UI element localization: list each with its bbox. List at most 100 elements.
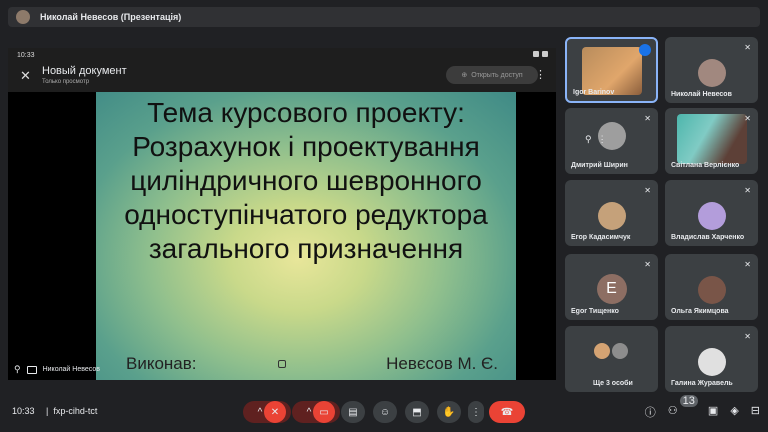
mic-off-icon[interactable]: ✕ xyxy=(264,401,286,423)
bottom-control-bar: 10:33 | fxp-cihd-tct ^ ✕ ^ ▭ ▤ ☺ ⬒ ✋ ⋮ ☎… xyxy=(0,392,768,432)
present-icon: ⬒ xyxy=(412,406,422,418)
mic-off-icon: ✕ xyxy=(744,43,751,52)
clock: 10:33 xyxy=(12,406,35,416)
raise-hand-icon: ✋ xyxy=(442,406,456,418)
participant-tile[interactable]: ✕ Владислав Харченко xyxy=(665,180,758,246)
more-vert-icon[interactable]: ⋮ xyxy=(535,68,546,81)
participant-tile[interactable]: E ✕ Egor Тищенко xyxy=(565,254,658,320)
participant-tile[interactable]: ✕ Галина Журавель xyxy=(665,326,758,392)
emoji-icon: ☺ xyxy=(379,406,391,418)
home-icon xyxy=(278,360,286,368)
participant-name: Владислав Харченко xyxy=(671,234,745,241)
add-person-icon: ⊕ xyxy=(461,72,468,79)
side-panel-buttons: ⓘ ⚇13 ▣ ◈ ⊟ xyxy=(645,395,760,420)
battery-icon xyxy=(542,51,548,57)
chevron-up-icon[interactable]: ^ xyxy=(258,407,263,418)
speaking-indicator-icon xyxy=(639,44,651,56)
slide-author-name: Невєсов М. Є. xyxy=(386,354,498,373)
hangup-icon: ☎ xyxy=(500,406,514,418)
stage-presenter-label: ⚲ Николай Невесов xyxy=(14,364,100,375)
phone-status-bar: 10:33 xyxy=(8,48,556,62)
share-label: Открыть доступ xyxy=(471,71,523,79)
avatar xyxy=(593,342,611,360)
document-subtitle: Только просмотр xyxy=(42,79,90,85)
avatar xyxy=(611,342,629,360)
avatar xyxy=(697,348,726,376)
present-button[interactable]: ⬒ xyxy=(405,401,429,423)
participant-name: Ольга Якимцова xyxy=(671,308,729,315)
slide-line: загального призначення xyxy=(148,233,464,264)
presenter-name: Николай Невесов xyxy=(42,366,100,373)
more-options-button[interactable]: ⋮ xyxy=(468,401,484,423)
top-bar: Николай Невесов (Презентація) xyxy=(0,0,768,34)
hangup-button[interactable]: ☎ xyxy=(489,401,525,423)
presentation-stage[interactable]: 10:33 ✕ Новый документ Только просмотр ⊕… xyxy=(8,48,556,380)
share-button[interactable]: ⊕ Открыть доступ xyxy=(446,66,538,84)
slide-line: одноступінчатого редуктора xyxy=(124,199,488,230)
more-vert-icon: ⋮ xyxy=(471,406,481,418)
status-time: 10:33 xyxy=(17,51,35,59)
more-vert-icon[interactable]: ⋮ xyxy=(598,134,607,145)
avatar xyxy=(697,202,726,230)
participant-tile[interactable]: Igor Barinov xyxy=(565,37,658,103)
mic-off-icon: ✕ xyxy=(744,186,751,195)
slide-line: циліндричного шевронного xyxy=(130,165,482,196)
participant-video xyxy=(676,114,747,164)
people-icon[interactable]: ⚇13 xyxy=(668,395,698,420)
avatar-group xyxy=(593,342,631,362)
signal-icon xyxy=(533,51,539,57)
info-icon[interactable]: ⓘ xyxy=(645,404,656,420)
participant-tile[interactable]: ✕ Егор Кадасимчук xyxy=(565,180,658,246)
slide-author-label: Виконав: xyxy=(126,354,197,373)
participant-tile[interactable]: ✕ Ольга Якимцова xyxy=(665,254,758,320)
participant-tile[interactable]: ✕ Світлана Верлієнко xyxy=(665,108,758,174)
chevron-up-icon[interactable]: ^ xyxy=(307,407,312,418)
captions-button[interactable]: ▤ xyxy=(341,401,365,423)
camera-off-icon[interactable]: ▭ xyxy=(313,401,335,423)
separator: | xyxy=(46,406,49,416)
slide: Тема курсового проекту: Розрахунок і про… xyxy=(96,92,516,380)
participant-name: Галина Журавель xyxy=(671,380,733,387)
mic-off-icon: ✕ xyxy=(744,114,751,123)
avatar: E xyxy=(596,274,627,304)
avatar xyxy=(597,202,626,230)
participant-name: Egor Тищенко xyxy=(571,308,619,315)
participant-tile[interactable]: ✕ Николай Невесов xyxy=(665,37,758,103)
participant-tile[interactable]: ✕ ⚲ ⋮ Дмитрий Ширин xyxy=(565,108,658,174)
chat-icon[interactable]: ▣ xyxy=(708,404,718,420)
present-screen-icon xyxy=(26,365,37,374)
emoji-button[interactable]: ☺ xyxy=(373,401,397,423)
slide-line: Розрахунок і проектування xyxy=(132,131,480,162)
participant-name: Николай Невесов xyxy=(671,91,732,98)
mic-off-icon: ✕ xyxy=(644,114,651,123)
participant-name: Igor Barinov xyxy=(573,89,615,96)
pin-icon[interactable]: ⚲ xyxy=(14,364,21,375)
mic-off-icon: ✕ xyxy=(744,260,751,269)
mic-off-icon: ✕ xyxy=(644,186,651,195)
avatar xyxy=(697,276,726,304)
raise-hand-button[interactable]: ✋ xyxy=(437,401,461,423)
slide-title: Тема курсового проекту: Розрахунок і про… xyxy=(96,96,516,266)
participant-tile[interactable]: Ще 3 особи xyxy=(565,326,658,392)
pin-icon[interactable]: ⚲ xyxy=(585,134,592,145)
participant-count-badge: 13 xyxy=(679,395,698,407)
mic-off-icon: ✕ xyxy=(744,332,751,341)
shapes-icon[interactable]: ◈ xyxy=(730,404,738,420)
lock-icon[interactable]: ⊟ xyxy=(751,404,760,420)
participant-video xyxy=(581,47,642,95)
meeting-code-text: fxp-cihd-tct xyxy=(53,406,98,416)
presenter-title: Николай Невесов (Презентація) xyxy=(40,12,182,22)
meeting-code: | fxp-cihd-tct xyxy=(46,406,97,416)
presenter-banner[interactable]: Николай Невесов (Презентація) xyxy=(8,7,760,27)
document-header: ✕ Новый документ Только просмотр ⊕ Откры… xyxy=(8,62,556,92)
close-icon[interactable]: ✕ xyxy=(20,68,31,84)
participant-name: Егор Кадасимчук xyxy=(571,234,631,241)
avatar xyxy=(697,59,726,87)
slide-line: Тема курсового проекту: xyxy=(147,97,465,128)
presenter-avatar xyxy=(16,10,30,24)
tile-overlay-controls: ⚲ ⋮ xyxy=(585,134,607,145)
status-icons xyxy=(533,51,548,57)
document-title: Новый документ xyxy=(42,65,127,77)
participant-name: Світлана Верлієнко xyxy=(671,162,740,169)
captions-icon: ▤ xyxy=(348,406,358,418)
